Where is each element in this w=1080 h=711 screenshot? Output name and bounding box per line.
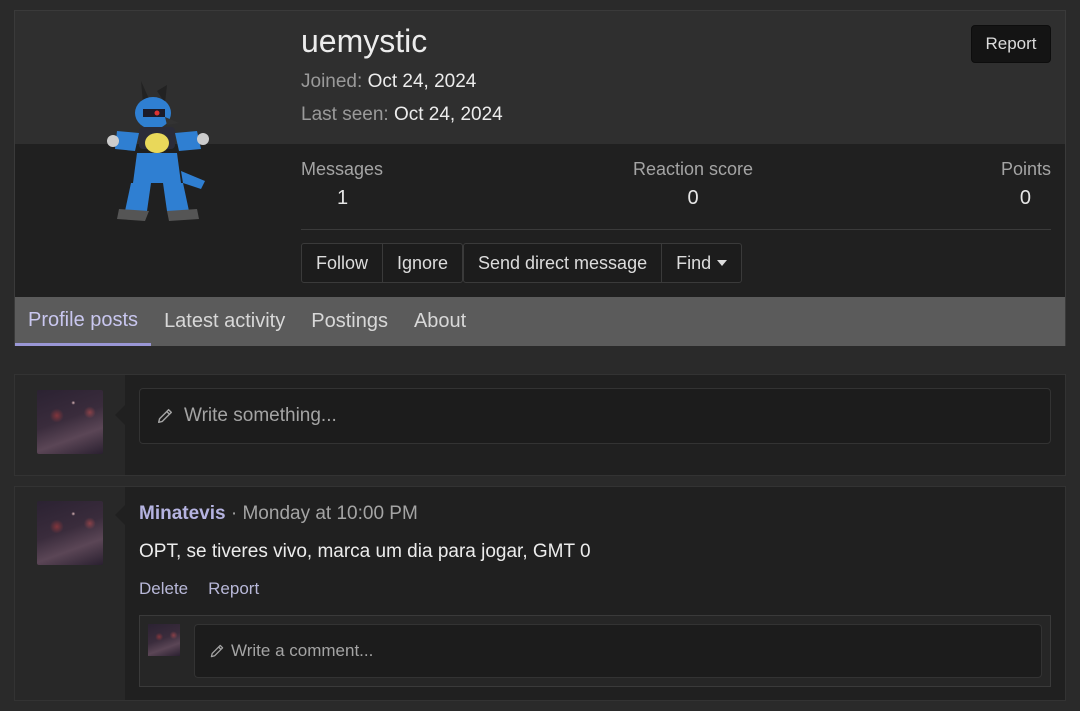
composer-notch [115, 405, 125, 425]
report-post-link[interactable]: Report [208, 579, 259, 599]
stats-divider [301, 229, 1051, 230]
post-notch [115, 505, 125, 525]
stat-label: Messages [301, 159, 384, 179]
last-seen-value: Oct 24, 2024 [393, 104, 503, 125]
pencil-icon [210, 644, 224, 658]
comment-area: Write a comment... [139, 615, 1051, 687]
post-header: Minatevis · Monday at 10:00 PM [139, 503, 418, 525]
message-find-group: Send direct message Find [463, 243, 743, 283]
post-author-link[interactable]: Minatevis [139, 503, 226, 524]
tab-latest-activity[interactable]: Latest activity [151, 297, 298, 346]
post-body: OPT, se tiveres vivo, marca um dia para … [139, 541, 591, 562]
comment-input[interactable]: Write a comment... [194, 624, 1042, 678]
tab-postings[interactable]: Postings [298, 297, 401, 346]
profile-post-input[interactable]: Write something... [139, 388, 1051, 444]
comment-user-avatar[interactable] [148, 624, 180, 656]
follow-button[interactable]: Follow [302, 244, 382, 282]
last-seen-label: Last seen: [301, 104, 389, 125]
stat-label: Reaction score [632, 159, 754, 179]
stat-label: Points [1000, 159, 1051, 179]
find-label: Find [676, 252, 712, 273]
composer-card: Write something... [14, 374, 1066, 476]
profile-tabs: Profile posts Latest activity Postings A… [15, 297, 1065, 346]
stat-value: 0 [687, 187, 699, 209]
caret-down-icon [717, 260, 728, 266]
last-seen-row: Last seen: Oct 24, 2024 [301, 104, 503, 126]
pencil-icon [157, 408, 173, 424]
post-author-avatar[interactable] [37, 501, 103, 565]
delete-post-link[interactable]: Delete [139, 579, 188, 599]
profile-post: Minatevis · Monday at 10:00 PM OPT, se t… [14, 486, 1066, 701]
comment-placeholder: Write a comment... [231, 641, 374, 660]
ignore-button[interactable]: Ignore [382, 244, 462, 282]
stat-points[interactable]: Points 0 [1001, 159, 1051, 210]
post-time[interactable]: Monday at 10:00 PM [242, 503, 417, 524]
post-actions: Delete Report [139, 579, 259, 599]
stat-value: 0 [1019, 187, 1031, 209]
profile-avatar[interactable] [97, 71, 217, 241]
report-profile-button[interactable]: Report [971, 25, 1051, 63]
post-separator: · [225, 503, 243, 524]
tab-profile-posts[interactable]: Profile posts [15, 297, 152, 346]
profile-header: uemystic Joined: Oct 24, 2024 Last seen:… [14, 10, 1066, 346]
follow-ignore-group: Follow Ignore [301, 243, 464, 283]
stat-value: 1 [337, 187, 349, 209]
profile-username: uemystic [301, 23, 428, 59]
tab-about[interactable]: About [401, 297, 479, 346]
profile-post-placeholder: Write something... [184, 405, 337, 426]
joined-row: Joined: Oct 24, 2024 [301, 71, 476, 93]
current-user-avatar[interactable] [37, 390, 103, 454]
stat-messages[interactable]: Messages 1 [301, 159, 383, 210]
joined-label: Joined: [301, 71, 363, 92]
joined-value: Oct 24, 2024 [367, 71, 477, 92]
find-dropdown-button[interactable]: Find [661, 244, 741, 282]
stat-reaction-score: Reaction score 0 [631, 159, 755, 210]
send-direct-message-button[interactable]: Send direct message [464, 244, 661, 282]
